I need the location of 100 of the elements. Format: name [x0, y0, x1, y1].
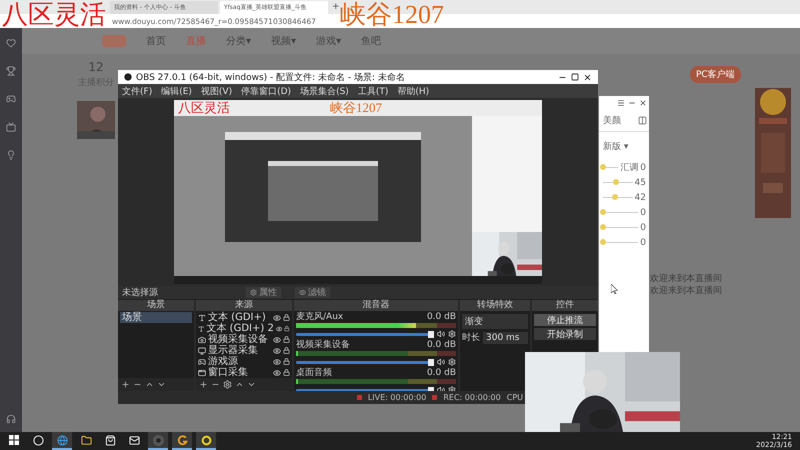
slider-thumb[interactable] — [428, 330, 434, 338]
eye-icon[interactable] — [273, 368, 281, 376]
source-item[interactable]: 游戏源 — [208, 356, 271, 367]
menu-item[interactable]: 编辑(E) — [161, 84, 192, 98]
lock-icon[interactable] — [283, 314, 290, 321]
split-icon[interactable] — [638, 116, 647, 125]
camera-icon — [198, 336, 206, 344]
ring-icon — [200, 434, 212, 446]
menu-item[interactable]: 工具(T) — [358, 84, 388, 98]
menu-icon[interactable] — [617, 99, 625, 107]
eye-icon[interactable] — [273, 314, 281, 322]
source-item[interactable]: 视频采集设备 — [208, 334, 271, 345]
menu-item[interactable]: 停靠窗口(D) — [241, 84, 292, 98]
rec-indicator-icon — [432, 395, 438, 400]
source-item[interactable]: 窗口采集 — [208, 367, 271, 378]
slider-value: 0 — [640, 162, 646, 172]
overlay-text: 八区灵活 — [178, 99, 230, 117]
taskbar-button[interactable] — [196, 432, 216, 450]
slider-thumb[interactable] — [600, 239, 606, 245]
dock-title: 转场特效 — [460, 300, 530, 311]
search-icon — [32, 434, 44, 446]
mode-dropdown[interactable]: 新版 ▾ — [603, 140, 628, 153]
menu-item[interactable]: 视图(V) — [200, 84, 232, 98]
pc-client-button[interactable]: PC客户端 — [690, 66, 741, 83]
menu-item[interactable]: 帮助(H) — [397, 84, 430, 98]
channel-name: 视频采集设备 — [296, 340, 350, 350]
eye-icon[interactable] — [273, 346, 281, 354]
gear-icon[interactable] — [448, 330, 456, 338]
eye-icon[interactable] — [276, 324, 282, 332]
slider-value: 0 — [640, 222, 646, 232]
source-item[interactable]: 文本 (GDI+) 2 — [206, 323, 274, 334]
globe-icon — [56, 434, 68, 446]
cursor-icon — [611, 284, 618, 294]
scene-item[interactable]: 场景 — [120, 312, 192, 323]
slider-value: 0 — [640, 238, 646, 248]
up-icon[interactable] — [145, 380, 154, 389]
eye-icon[interactable] — [273, 336, 281, 344]
shopping-bag-icon — [104, 434, 116, 446]
lock-icon[interactable] — [283, 336, 290, 343]
text-icon — [198, 324, 204, 332]
menu-item[interactable]: 场景集合(S) — [300, 84, 349, 98]
tv-icon[interactable] — [6, 122, 16, 132]
gear-icon[interactable] — [223, 380, 232, 389]
gear-icon[interactable] — [448, 358, 456, 366]
live-time: LIVE: 00:00:00 — [368, 393, 426, 402]
down-icon[interactable] — [157, 380, 166, 389]
duration-field[interactable]: 300 ms — [483, 332, 528, 344]
speaker-icon[interactable] — [437, 330, 445, 338]
maximize-icon[interactable] — [571, 73, 579, 81]
chat-message: 欢迎来到本直播间 — [650, 272, 722, 285]
close-icon[interactable] — [583, 72, 592, 82]
control-button[interactable]: 停止推流 — [534, 314, 596, 326]
headset-icon[interactable] — [6, 414, 16, 424]
source-action-button[interactable]: 滤镜 — [295, 287, 330, 298]
slider-thumb[interactable] — [612, 194, 618, 200]
trophy-icon[interactable] — [6, 66, 16, 76]
source-action-button[interactable]: 属性 — [246, 287, 281, 298]
lightbulb-icon[interactable] — [6, 150, 16, 160]
source-item[interactable]: 文本 (GDI+) — [208, 312, 271, 323]
transition-dropdown[interactable]: 渐变 — [462, 314, 528, 329]
channel-reading: 0.0 dB — [426, 368, 456, 378]
speaker-icon[interactable] — [437, 358, 445, 366]
taskbar-button[interactable] — [148, 432, 168, 450]
panel-tab[interactable]: 美颜 — [603, 114, 621, 127]
channel-reading: 0.0 dB — [426, 340, 456, 350]
volume-slider[interactable] — [296, 332, 434, 336]
slider-thumb[interactable] — [600, 224, 606, 230]
no-source-label: 未选择源 — [122, 286, 159, 299]
control-button[interactable]: 开始录制 — [534, 328, 596, 340]
slider-thumb[interactable] — [600, 209, 606, 215]
windows-logo-icon — [9, 435, 19, 445]
lock-icon[interactable] — [283, 358, 290, 365]
slider-thumb[interactable] — [600, 164, 606, 170]
dock-title: 控件 — [532, 300, 598, 311]
lock-icon[interactable] — [283, 347, 290, 354]
dock-title: 混音器 — [294, 300, 458, 311]
slider-value: 45 — [634, 178, 646, 188]
app-icon — [124, 73, 132, 81]
overlay-text: 八区灵活 — [2, 2, 106, 28]
volume-slider[interactable] — [296, 360, 434, 364]
slider-thumb[interactable] — [613, 179, 620, 185]
lock-icon[interactable] — [283, 369, 290, 376]
eye-icon[interactable] — [273, 358, 281, 366]
close-icon[interactable] — [639, 99, 647, 107]
new-tab-button[interactable]: + — [330, 1, 342, 14]
add-icon[interactable] — [121, 380, 130, 389]
dock-title: 场景 — [118, 300, 194, 311]
window-icon — [198, 368, 206, 376]
slider-thumb[interactable] — [428, 358, 434, 366]
add-icon[interactable] — [199, 380, 208, 389]
channel-reading: 0.0 dB — [426, 312, 456, 322]
menu-item[interactable]: 文件(F) — [122, 84, 152, 98]
down-icon[interactable] — [247, 380, 256, 389]
source-item[interactable]: 显示器采集 — [208, 345, 271, 356]
heart-icon[interactable] — [6, 38, 16, 48]
slider-label: 汇调 — [620, 162, 638, 174]
up-icon[interactable] — [235, 380, 244, 389]
cpu-label: CPU — [506, 393, 523, 402]
lock-icon[interactable] — [284, 325, 290, 332]
gamepad-icon[interactable] — [6, 94, 16, 104]
